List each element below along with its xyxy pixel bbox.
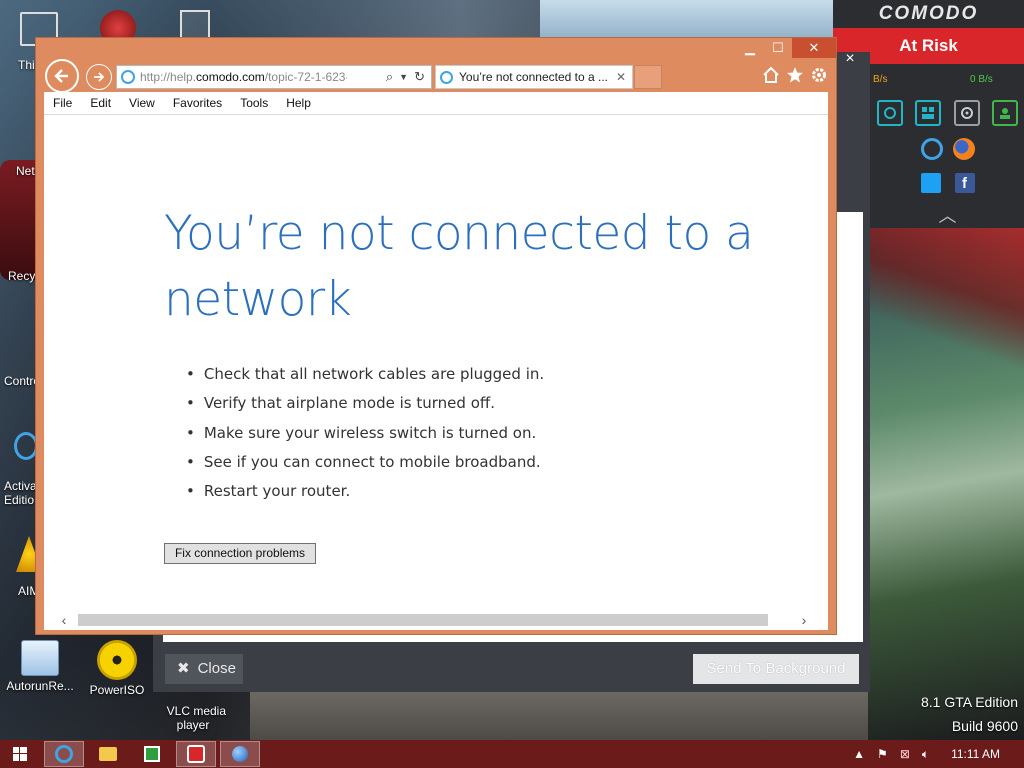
page-title: You’re not connected to a network [164,206,754,327]
taskbar-store[interactable] [132,741,172,767]
poweriso-label: PowerISO [89,683,145,697]
comodo-taskbar-icon [187,745,205,763]
minimize-button[interactable]: ▁ [736,38,764,58]
autorun-icon [21,640,59,676]
folder-icon [99,747,117,761]
address-suffix: /topic-72-1-623-76! [264,70,347,84]
autorun-label: AutorunRe... [6,679,74,693]
address-bar[interactable]: http://help.comodo.com/topic-72-1-623-76… [116,65,432,89]
dropdown-icon[interactable]: ▼ [399,72,408,82]
search-icon[interactable]: ⌕ [386,69,393,85]
grid-icon[interactable] [915,100,942,126]
new-tab-button[interactable] [634,65,662,89]
tab-current[interactable]: You’re not connected to a ... ✕ [435,65,633,89]
address-prefix: http://help. [140,70,197,84]
desktop-label-this-pc: Thi [18,58,35,72]
menu-file[interactable]: File [44,96,81,110]
ie-taskbar-icon [55,745,73,763]
back-button[interactable] [45,59,79,93]
taskbar-globe[interactable] [220,741,260,767]
tab-ie-icon [440,70,453,84]
disk-icon[interactable] [953,100,980,126]
address-domain: comodo.com [196,70,265,84]
network-warning-icon[interactable]: ⊠ [900,747,910,761]
ie-icon[interactable] [920,138,943,160]
page-content: You’re not connected to a network Check … [44,114,828,610]
scroll-thumb[interactable] [78,614,768,626]
build-number-text: Build 9600 [951,718,1018,734]
store-icon [144,746,160,762]
clock[interactable]: 11:11 AM [951,747,1000,761]
menu-favorites[interactable]: Favorites [164,96,231,110]
twitter-icon[interactable] [920,173,941,193]
comodo-upload-speed: B/s [873,74,888,85]
menu-tools[interactable]: Tools [231,96,277,110]
close-x-icon: ✖ [177,660,190,677]
desktop-icon-autorun[interactable]: AutorunRe... [4,640,76,693]
forward-arrow-icon [94,72,105,82]
menu-help[interactable]: Help [277,96,320,110]
desktop-label-network: Net [16,164,35,178]
flag-icon[interactable]: ⚑ [877,747,888,761]
list-item: See if you can connect to mobile broadba… [186,453,544,482]
taskbar-ie[interactable] [44,741,84,767]
list-item: Make sure your wireless switch is turned… [186,424,544,453]
list-item: Check that all network cables are plugge… [186,365,544,394]
chevron-up-icon[interactable]: ︿ [871,202,1024,228]
vlc-label: VLC media player [166,704,227,732]
desktop-icon-vlc[interactable]: VLC media player [158,690,228,732]
taskbar-file-explorer[interactable] [88,741,128,767]
start-button[interactable] [0,741,40,767]
comodo-title: COMODO [878,3,979,24]
wallpaper-scene [868,228,1024,740]
windows-logo-icon [13,747,27,761]
send-to-background-button[interactable]: Send To Background [693,654,859,684]
menu-view[interactable]: View [120,96,164,110]
troubleshoot-list: Check that all network cables are plugge… [186,365,544,511]
scroll-left-icon[interactable]: ‹ [52,610,76,630]
ie-page-icon [121,70,135,84]
gear-icon[interactable] [810,66,828,84]
system-tray: ▲ ⚑ ⊠ 🔈︎ 11:11 AM [853,740,1024,768]
user-icon[interactable] [991,100,1018,126]
firefox-icon[interactable] [952,138,975,160]
window-controls: ▁ ☐ ✕ [736,38,836,58]
dialog-close-icon[interactable]: × [832,51,868,82]
poweriso-disc-icon [97,640,137,680]
tab-title: You’re not connected to a ... [459,70,608,84]
home-icon[interactable] [762,66,780,84]
menu-bar: File Edit View Favorites Tools Help [44,92,828,114]
menu-edit[interactable]: Edit [81,96,120,110]
desktop-label-activate: Activa Editio [4,479,37,507]
list-item: Restart your router. [186,482,544,511]
horizontal-scrollbar[interactable]: ‹ › [44,610,828,630]
build-edition-text: 8.1 GTA Edition [920,694,1018,710]
tab-close-icon[interactable]: ✕ [616,70,626,84]
desktop-icon-poweriso[interactable]: PowerISO [82,640,152,697]
globe-icon [232,746,248,762]
scroll-right-icon[interactable]: › [792,610,816,630]
facebook-icon[interactable]: f [954,173,975,193]
ie-window: ▁ ☐ ✕ http://help. comodo.com/topic-72-1-… [35,37,837,635]
taskbar-comodo[interactable] [176,741,216,767]
refresh-icon[interactable]: ↻ [414,69,425,85]
close-button-label: Close [197,660,236,677]
tray-expand-icon[interactable]: ▲ [853,747,865,761]
back-arrow-icon [54,69,68,83]
wallpaper-sky [540,0,840,40]
favorites-star-icon[interactable] [786,66,804,84]
list-item: Verify that airplane mode is turned off. [186,394,544,423]
forward-button[interactable] [86,64,112,90]
comodo-download-speed: 0 B/s [970,74,993,85]
volume-icon[interactable]: 🔈︎ [922,747,929,762]
window-close-button[interactable]: ✕ [792,38,836,58]
fix-connection-button[interactable]: Fix connection problems [164,543,316,564]
ie-toolbar-right [762,66,828,84]
refresh-icon[interactable] [877,100,904,126]
close-button[interactable]: ✖ Close [165,654,243,684]
maximize-button[interactable]: ☐ [764,38,792,58]
taskbar: ▲ ⚑ ⊠ 🔈︎ 11:11 AM [0,740,1024,768]
